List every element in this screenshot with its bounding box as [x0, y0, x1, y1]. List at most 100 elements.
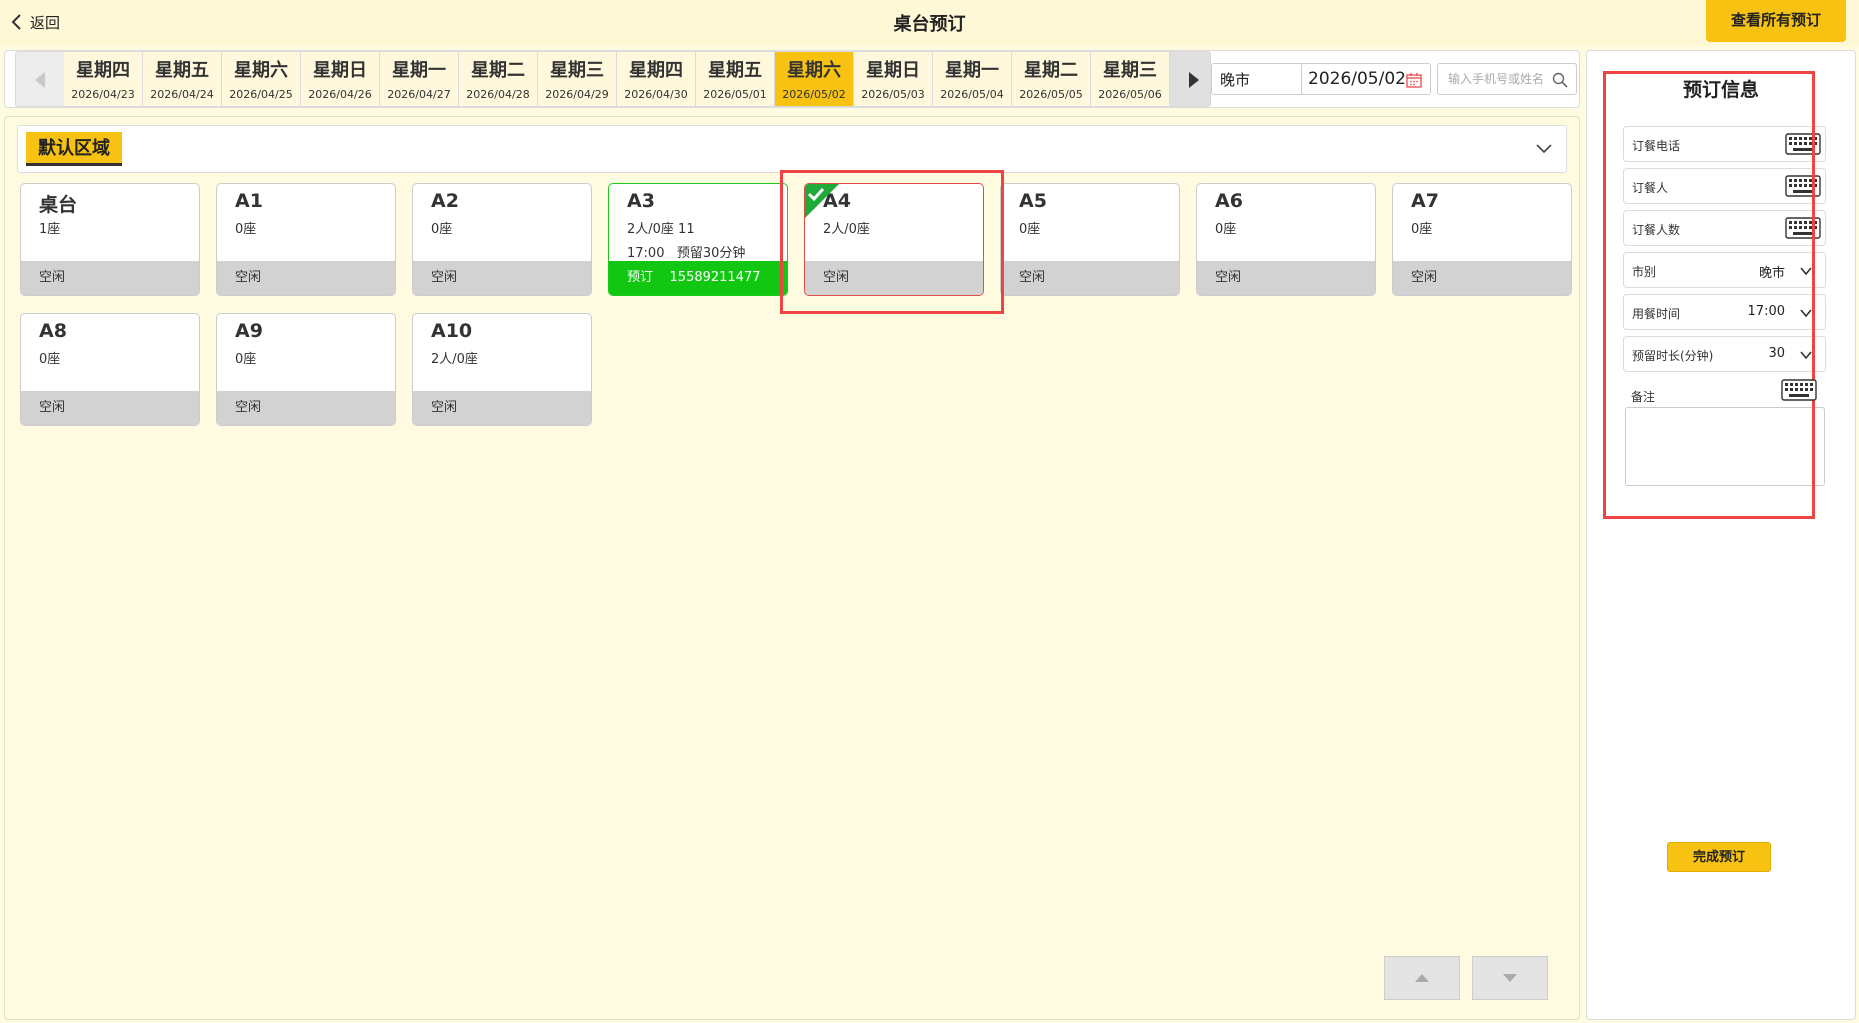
day-tab[interactable]: 星期四 2026/04/30 [617, 52, 696, 106]
hold-duration-field[interactable]: 预留时长(分钟) 30 [1623, 336, 1826, 372]
table-name: A5 [1019, 190, 1047, 212]
table-card[interactable]: A7 0座 空闲 [1392, 183, 1572, 296]
triangle-left-icon [35, 72, 45, 88]
phone-field[interactable]: 订餐电话 [1623, 126, 1826, 162]
back-button[interactable]: 返回 [10, 9, 60, 35]
page-up-button[interactable] [1384, 956, 1460, 1000]
day-tab[interactable]: 星期日 2026/05/03 [854, 52, 933, 106]
day-tab-date: 2026/04/30 [624, 88, 688, 101]
table-reservation-time: 17:00 预留30分钟 [627, 246, 746, 261]
day-tab-date: 2026/04/29 [545, 88, 609, 101]
table-card[interactable]: A10 2人/0座 空闲 [412, 313, 592, 426]
next-dates-button[interactable] [1170, 52, 1210, 106]
table-card[interactable]: A2 0座 空闲 [412, 183, 592, 296]
customer-name-field[interactable]: 订餐人 [1623, 168, 1826, 204]
keyboard-icon[interactable] [1785, 133, 1821, 155]
day-tab-weekday: 星期四 [76, 60, 130, 81]
customer-name-label: 订餐人 [1632, 181, 1669, 195]
day-tab-weekday: 星期六 [234, 60, 288, 81]
hold-duration-label: 预留时长(分钟) [1632, 349, 1714, 363]
day-tab[interactable]: 星期二 2026/04/28 [459, 52, 538, 106]
market-value: 晚市 [1758, 266, 1785, 281]
table-seats: 2人/0座 11 [627, 222, 695, 237]
day-tab[interactable]: 星期一 2026/05/04 [933, 52, 1012, 106]
keyboard-icon[interactable] [1785, 217, 1821, 239]
keyboard-icon[interactable] [1785, 175, 1821, 197]
table-status: 空闲 [217, 261, 395, 295]
table-card[interactable]: A8 0座 空闲 [20, 313, 200, 426]
complete-reservation-button[interactable]: 完成预订 [1667, 842, 1771, 872]
notes-input[interactable] [1625, 407, 1825, 486]
check-icon [805, 184, 839, 218]
table-status: 预订 15589211477 [609, 261, 787, 295]
day-tab[interactable]: 星期六 2026/04/25 [222, 52, 301, 106]
table-seats: 0座 [1411, 222, 1433, 237]
table-seats: 0座 [1215, 222, 1237, 237]
date-picker[interactable]: 2026/05/02 [1301, 63, 1431, 95]
day-tab-date: 2026/05/06 [1098, 88, 1162, 101]
day-tab[interactable]: 星期四 2026/04/23 [64, 52, 143, 106]
table-seats: 2人/0座 [431, 352, 478, 367]
table-seats: 0座 [431, 222, 453, 237]
table-name: A6 [1215, 190, 1243, 212]
table-seats: 0座 [235, 222, 257, 237]
table-card[interactable]: A9 0座空闲 [216, 313, 396, 426]
top-bar: 返回 桌台预订 查看所有预订 [0, 0, 1859, 46]
table-card[interactable]: A6 0座空闲 [1196, 183, 1376, 296]
market-label: 市别 [1632, 265, 1657, 279]
table-status: 空闲 [21, 261, 199, 295]
table-status: 空闲 [1197, 261, 1375, 295]
dining-time-field[interactable]: 用餐时间 17:00 [1623, 294, 1826, 330]
day-tab[interactable]: 星期五 2026/05/01 [696, 52, 775, 106]
date-picker-value: 2026/05/02 [1308, 69, 1406, 89]
table-status: 空闲 [21, 391, 199, 425]
table-card[interactable]: A1 0座空闲 [216, 183, 396, 296]
day-tab[interactable]: 星期日 2026/04/26 [301, 52, 380, 106]
day-tab[interactable]: 星期六 2026/05/02 [775, 52, 854, 106]
table-name: A1 [235, 190, 263, 212]
search-input[interactable] [1448, 65, 1558, 93]
table-status: 空闲 [413, 391, 591, 425]
day-tab-date: 2026/04/26 [308, 88, 372, 101]
search-icon[interactable] [1552, 72, 1568, 88]
table-status: 空闲 [1001, 261, 1179, 295]
day-list: 星期四 2026/04/23 星期五 2026/04/24 星期六 2026/04/25 星… [64, 52, 1170, 106]
day-tab[interactable]: 星期五 2026/04/24 [143, 52, 222, 106]
day-tab-weekday: 星期三 [550, 60, 604, 81]
zone-tab-default[interactable]: 默认区域 [26, 132, 122, 166]
day-tab-weekday: 星期二 [1024, 60, 1078, 81]
day-tab-weekday: 星期五 [155, 60, 209, 81]
day-tab-weekday: 星期一 [945, 60, 999, 81]
keyboard-icon[interactable] [1781, 379, 1817, 401]
page-down-button[interactable] [1472, 956, 1548, 1000]
table-seats: 0座 [235, 352, 257, 367]
view-all-reservations-button[interactable]: 查看所有预订 [1706, 0, 1846, 42]
market-field[interactable]: 市别 晚市 [1623, 252, 1826, 288]
day-tab-date: 2026/04/23 [71, 88, 135, 101]
table-name: A7 [1411, 190, 1439, 212]
back-label: 返回 [30, 13, 61, 32]
table-name: A9 [235, 320, 263, 342]
table-name: 桌台 [39, 194, 78, 216]
table-status: 空闲 [217, 391, 395, 425]
party-size-field[interactable]: 订餐人数 [1623, 210, 1826, 246]
table-card[interactable]: A3 2人/0座 11 17:00 预留30分钟 预订 15589211477 [608, 183, 788, 296]
chevron-down-icon [1800, 351, 1812, 360]
chevron-down-icon[interactable] [1534, 138, 1554, 158]
triangle-down-icon [1503, 974, 1517, 982]
day-tab[interactable]: 星期三 2026/04/29 [538, 52, 617, 106]
day-tab-date: 2026/04/24 [150, 88, 214, 101]
triangle-right-icon [1189, 72, 1199, 88]
table-card[interactable]: A5 0座 空闲 [1000, 183, 1180, 296]
day-tab-date: 2026/04/27 [387, 88, 451, 101]
day-tab[interactable]: 星期二 2026/05/05 [1012, 52, 1091, 106]
table-seats: 1座 [39, 222, 61, 237]
day-tab-weekday: 星期五 [708, 60, 762, 81]
day-tab-date: 2026/05/03 [861, 88, 925, 101]
day-tab[interactable]: 星期一 2026/04/27 [380, 52, 459, 106]
prev-dates-button[interactable] [16, 52, 64, 106]
day-tab-weekday: 星期二 [471, 60, 525, 81]
table-card[interactable]: 桌台 1座空闲 [20, 183, 200, 296]
table-card[interactable]: A4 2人/0座 空闲 [804, 183, 984, 296]
day-tab[interactable]: 星期三 2026/05/06 [1091, 52, 1170, 106]
